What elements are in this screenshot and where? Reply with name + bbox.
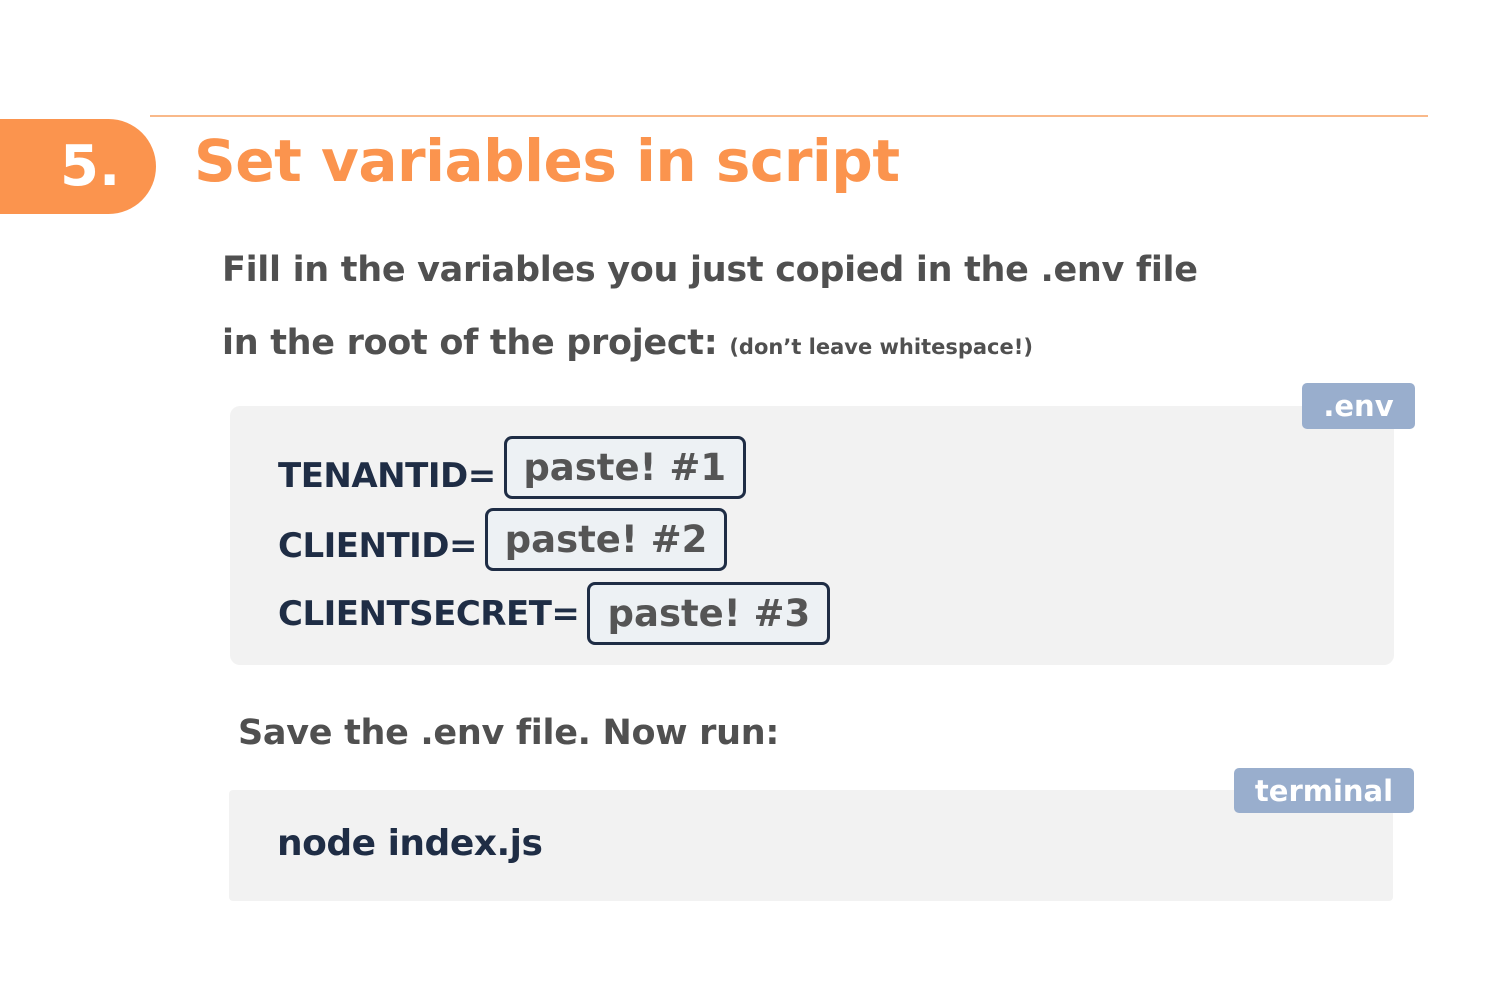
page-title: Set variables in script — [194, 127, 900, 195]
env-variable-row: CLIENTSECRET= paste! #3 — [278, 582, 831, 645]
env-variable-row: CLIENTID= paste! #2 — [278, 508, 728, 571]
terminal-tag: terminal — [1234, 768, 1414, 813]
whitespace-note: (don’t leave whitespace!) — [729, 335, 1033, 359]
variable-key-tenantid: TENANTID= — [278, 455, 496, 496]
instruction-line-2: in the root of the project: (don’t leave… — [222, 323, 1033, 363]
variable-key-clientid: CLIENTID= — [278, 525, 478, 566]
env-variable-row: TENANTID= paste! #1 — [278, 436, 746, 499]
paste-field-2[interactable]: paste! #2 — [485, 508, 728, 571]
instruction-line-2-text: in the root of the project: — [222, 323, 718, 363]
header-divider — [150, 115, 1428, 117]
paste-field-1[interactable]: paste! #1 — [503, 436, 746, 499]
paste-field-3[interactable]: paste! #3 — [587, 582, 831, 645]
step-number-badge: 5. — [0, 119, 156, 214]
instruction-line-1: Fill in the variables you just copied in… — [222, 250, 1198, 290]
variable-key-clientsecret: CLIENTSECRET= — [278, 593, 580, 634]
terminal-command[interactable]: node index.js — [277, 823, 543, 864]
step-number: 5. — [60, 134, 121, 199]
save-instruction: Save the .env file. Now run: — [238, 713, 780, 753]
env-file-tag: .env — [1302, 383, 1415, 429]
